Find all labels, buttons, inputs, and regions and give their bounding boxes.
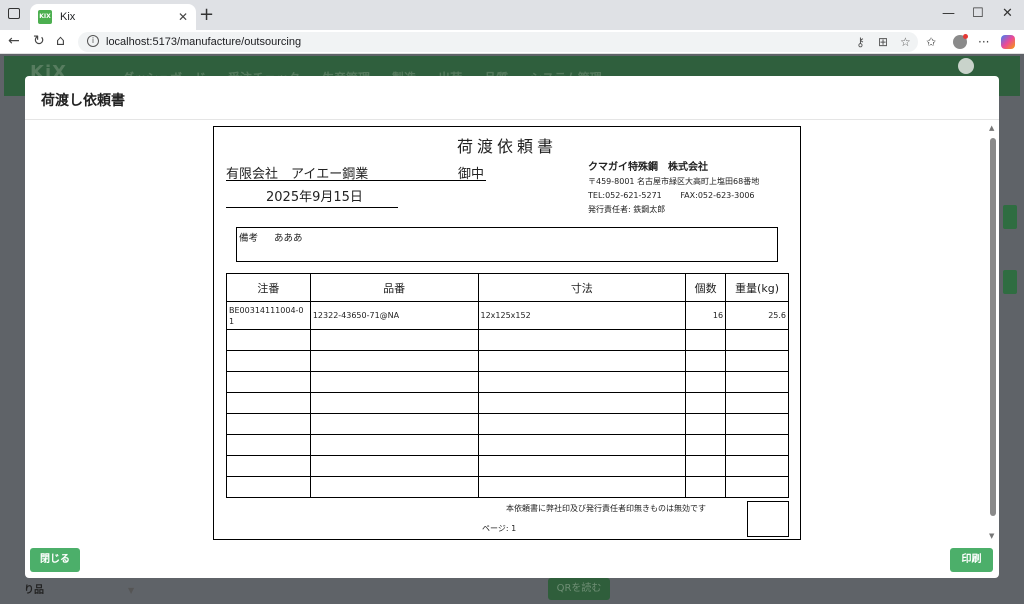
tab-close-icon[interactable]: ✕	[178, 10, 188, 24]
reload-icon[interactable]: ↻	[33, 33, 45, 49]
cell-weight: 25.6	[725, 301, 789, 330]
key-icon[interactable]: ⚷	[856, 35, 865, 49]
delivery-request-modal: 荷渡し依頼書 荷渡依頼書 有限会社 アイエー鋼業 御中 2025年9月15日 ク…	[25, 76, 999, 578]
sender-block: クマガイ特殊鋼 株式会社 〒459-8001 名古屋市緑区大高町上塩田68番地 …	[588, 161, 759, 217]
remarks-label: 備考	[239, 233, 259, 244]
table-row	[226, 455, 789, 477]
favicon-icon: KIX	[38, 10, 52, 24]
back-icon[interactable]: ←	[8, 33, 20, 49]
sender-tel: TEL:052-621-5271	[588, 191, 662, 200]
sender-address: 〒459-8001 名古屋市緑区大高町上塩田68番地	[588, 177, 760, 186]
table-row	[226, 392, 789, 414]
seal-box	[747, 501, 789, 537]
url-text[interactable]: localhost:5173/manufacture/outsourcing	[106, 36, 301, 48]
modal-title: 荷渡し依頼書	[41, 93, 125, 109]
cell-qty: 16	[685, 301, 727, 330]
tab-actions-icon[interactable]	[8, 8, 20, 19]
table-row: BE00314111004-01 12322-43650-71@NA 12x12…	[226, 301, 789, 330]
close-window-icon[interactable]: ✕	[1002, 6, 1013, 21]
document-title: 荷渡依頼書	[456, 137, 557, 156]
col-qty: 個数	[685, 273, 727, 302]
background-button	[1003, 205, 1017, 229]
table-row	[226, 413, 789, 435]
home-icon[interactable]: ⌂	[56, 33, 65, 49]
table-row	[226, 434, 789, 456]
scrollbar-thumb[interactable]	[990, 138, 996, 516]
col-weight: 重量(kg)	[725, 273, 789, 302]
delivery-request-document: 荷渡依頼書 有限会社 アイエー鋼業 御中 2025年9月15日 クマガイ特殊鋼 …	[213, 126, 801, 540]
scroll-down-icon[interactable]: ▼	[989, 532, 994, 540]
validity-notice: 本依頼書に弊社印及び発行責任者印無きものは無効です	[506, 504, 706, 513]
sender-person: 発行責任者: 鉄鋼太郎	[588, 205, 666, 214]
modal-scrollbar[interactable]: ▲ ▼	[987, 124, 997, 544]
modal-header: 荷渡し依頼書	[25, 76, 999, 120]
browser-tab[interactable]: KIX Kix ✕	[30, 4, 196, 30]
sender-contact: TEL:052-621-5271 FAX:052-623-3006	[588, 189, 759, 203]
maximize-icon[interactable]: ☐	[972, 6, 984, 21]
recipient-underline	[226, 180, 486, 181]
user-icon[interactable]	[958, 58, 974, 74]
cell-order-no: BE00314111004-01	[226, 301, 311, 330]
scroll-up-icon[interactable]: ▲	[989, 124, 994, 132]
col-order-no: 注番	[226, 273, 311, 302]
table-row	[226, 476, 789, 498]
table-header-row: 注番 品番 寸法 個数 重量(kg)	[226, 273, 789, 302]
remarks-box: 備考 あああ	[236, 227, 778, 262]
site-info-icon[interactable]: i	[87, 35, 99, 47]
new-tab-icon[interactable]: +	[199, 5, 214, 25]
print-button[interactable]: 印刷	[950, 548, 993, 572]
address-toolbar: ← ↻ ⌂ i localhost:5173/manufacture/outso…	[0, 30, 1024, 54]
sender-fax: FAX:052-623-3006	[680, 191, 755, 200]
table-row	[226, 350, 789, 372]
sender-company: クマガイ特殊鋼 株式会社	[588, 162, 708, 173]
date-underline	[226, 207, 398, 208]
favorites-icon[interactable]: ✩	[926, 35, 936, 49]
caret-down-icon: ▼	[128, 586, 135, 595]
col-part-no: 品番	[309, 273, 479, 302]
address-bar[interactable]: i localhost:5173/manufacture/outsourcing…	[78, 32, 918, 52]
close-button[interactable]: 閉じる	[30, 548, 80, 572]
document-date: 2025年9月15日	[266, 190, 363, 205]
cell-size: 12x125x152	[477, 301, 687, 330]
background-button	[1003, 270, 1017, 294]
copilot-icon[interactable]	[1001, 35, 1015, 49]
col-size: 寸法	[477, 273, 687, 302]
notification-dot	[963, 34, 968, 39]
modal-footer: 閉じる 印刷	[25, 548, 999, 578]
page-number: ページ: 1	[482, 524, 517, 533]
items-table: 注番 品番 寸法 個数 重量(kg) BE00314111004-01 1232…	[226, 273, 789, 498]
favorite-star-icon[interactable]: ☆	[900, 35, 911, 49]
browser-tabstrip: KIX Kix ✕ + — ☐ ✕	[0, 0, 1024, 30]
background-label: り品	[24, 585, 44, 596]
tab-title: Kix	[60, 11, 76, 23]
table-row	[226, 329, 789, 351]
qr-read-button: QRを読む	[548, 578, 610, 600]
minimize-icon[interactable]: —	[942, 6, 955, 21]
table-row	[226, 371, 789, 393]
app-icon[interactable]: ⊞	[878, 35, 888, 49]
cell-part-no: 12322-43650-71@NA	[309, 301, 479, 330]
remarks-value: あああ	[274, 233, 303, 244]
more-menu-icon[interactable]: ···	[978, 35, 989, 49]
